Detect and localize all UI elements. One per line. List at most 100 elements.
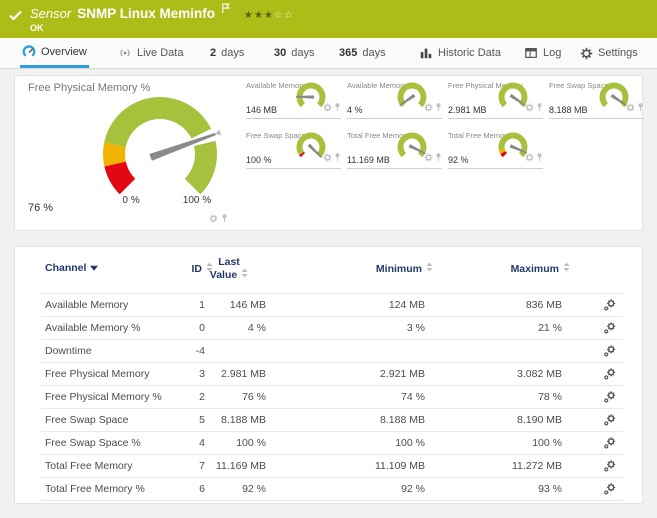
tile-gear-icon[interactable]	[323, 99, 332, 117]
tile-pin-icon[interactable]	[435, 99, 442, 117]
column-header-channel[interactable]: Channel	[45, 262, 99, 274]
channel-table-header: Channel ID Last Value Minimum Maximum	[41, 247, 623, 293]
channel-settings-icon[interactable]	[599, 299, 619, 312]
cell-channel: Total Free Memory %	[45, 483, 145, 495]
tile-pin-icon[interactable]	[536, 99, 543, 117]
sort-updown-icon	[563, 262, 570, 275]
cell-last-value: 146 MB	[229, 299, 266, 311]
cell-maximum: 100 %	[532, 437, 562, 449]
channel-settings-icon[interactable]	[599, 460, 619, 473]
tab-live-data[interactable]: Live Data	[116, 38, 185, 68]
table-row: Available Memory % 0 4 % 3 % 21 %	[41, 317, 623, 340]
star-empty-icon[interactable]: ☆	[274, 10, 284, 21]
cell-channel: Downtime	[45, 345, 92, 357]
channel-gauge-tile[interactable]: Total Free Memory 11.169 MB	[347, 129, 442, 169]
status-badge: OK	[30, 23, 44, 33]
tab-label: Log	[543, 47, 562, 59]
tile-gear-icon[interactable]	[323, 149, 332, 167]
tab-settings[interactable]: Settings	[578, 38, 640, 68]
channel-settings-icon[interactable]	[599, 483, 619, 496]
cell-minimum: 124 MB	[388, 299, 425, 311]
tile-gear-icon[interactable]	[525, 99, 534, 117]
tab-label: days	[362, 47, 386, 59]
gauge-max-label: 100 %	[182, 195, 212, 206]
tab-label: Overview	[41, 45, 87, 58]
tile-value: 4 %	[347, 105, 363, 115]
channel-gauge-tile[interactable]: Available Memory 146 MB	[246, 79, 341, 119]
tile-gear-icon[interactable]	[424, 99, 433, 117]
channel-settings-icon[interactable]	[599, 322, 619, 335]
overview-panel: Free Physical Memory % 0 % 100 % 76 % Av…	[14, 75, 644, 231]
sort-updown-icon	[426, 262, 433, 275]
tab-30-days[interactable]: 30 days	[272, 38, 317, 68]
tab-number: 365	[339, 47, 358, 59]
star-empty-icon[interactable]: ☆	[284, 10, 294, 21]
column-header-last-value[interactable]: Last Value	[208, 256, 250, 281]
tab-label: days	[291, 47, 315, 59]
star-filled-icon[interactable]: ★	[254, 10, 264, 21]
column-header-id[interactable]: ID	[125, 262, 213, 275]
channel-gauge-tile[interactable]: Available Memory % 4 %	[347, 79, 442, 119]
tab-log[interactable]: Log	[522, 38, 563, 68]
status-check-icon	[9, 8, 22, 26]
cell-maximum: 8.190 MB	[517, 414, 562, 426]
channel-gauge-tile[interactable]: Total Free Memory % 92 %	[448, 129, 543, 169]
tile-pin-icon[interactable]	[536, 149, 543, 167]
cell-maximum: 78 %	[538, 391, 562, 403]
tab-365-days[interactable]: 365 days	[337, 38, 388, 68]
channel-gauge-grid: Available Memory 146 MB Available Memory…	[246, 79, 644, 181]
tile-value: 11.169 MB	[347, 155, 390, 165]
gauge-pin-icon[interactable]	[221, 210, 228, 228]
tile-pin-icon[interactable]	[334, 149, 341, 167]
cell-last-value: 11.169 MB	[215, 460, 266, 472]
cell-minimum: 100 %	[395, 437, 425, 449]
cell-channel: Available Memory	[45, 299, 129, 311]
star-filled-icon[interactable]: ★	[244, 10, 254, 21]
cell-maximum: 3.082 MB	[517, 368, 562, 380]
tile-value: 2.981 MB	[448, 105, 487, 115]
channel-gauge-tile[interactable]: Free Physical Memory 2.981 MB	[448, 79, 543, 119]
table-row: Free Swap Space % 4 100 % 100 % 100 %	[41, 432, 623, 455]
channel-settings-icon[interactable]	[599, 368, 619, 381]
cell-minimum: 74 %	[401, 391, 425, 403]
tab-label: Live Data	[137, 47, 184, 59]
tile-gear-icon[interactable]	[525, 149, 534, 167]
cell-last-value: 8.188 MB	[221, 414, 266, 426]
channel-settings-icon[interactable]	[599, 345, 619, 358]
tab-historic-data[interactable]: Historic Data	[417, 38, 503, 68]
gauge-settings-gear-icon[interactable]	[209, 210, 218, 228]
priority-stars[interactable]: ★★★☆☆	[244, 10, 294, 21]
column-header-minimum[interactable]: Minimum	[321, 262, 433, 275]
cell-minimum: 8.188 MB	[380, 414, 425, 426]
channel-gauge-tile[interactable]: Free Swap Space 8.188 MB	[549, 79, 644, 119]
tile-pin-icon[interactable]	[435, 149, 442, 167]
cell-last-value: 2.981 MB	[221, 368, 266, 380]
tab-label: days	[221, 47, 245, 59]
flag-icon[interactable]	[221, 1, 230, 19]
channel-settings-icon[interactable]	[599, 391, 619, 404]
gauge-min-label: 0 %	[122, 195, 140, 206]
tile-pin-icon[interactable]	[637, 99, 644, 117]
tab-number: 2	[210, 47, 217, 59]
cell-channel: Free Swap Space	[45, 414, 129, 426]
column-header-maximum[interactable]: Maximum	[458, 262, 570, 275]
sort-caret-down-icon	[90, 262, 99, 274]
tile-gear-icon[interactable]	[424, 149, 433, 167]
gauge-current-value: 76 %	[28, 202, 54, 214]
channel-settings-icon[interactable]	[599, 437, 619, 450]
channel-gauge-tile[interactable]: Free Swap Space % 100 %	[246, 129, 341, 169]
cell-maximum: 11.272 MB	[511, 460, 562, 472]
tile-gear-icon[interactable]	[626, 99, 635, 117]
cell-last-value: 4 %	[247, 322, 266, 334]
tile-pin-icon[interactable]	[334, 99, 341, 117]
star-filled-icon[interactable]: ★	[264, 10, 274, 21]
tab-2-days[interactable]: 2 days	[208, 38, 246, 68]
table-row: Free Physical Memory % 2 76 % 74 % 78 %	[41, 386, 623, 409]
cell-minimum: 92 %	[401, 483, 425, 495]
cell-channel: Free Physical Memory	[45, 368, 150, 380]
chart-icon	[419, 46, 433, 60]
table-row: Downtime -4	[41, 340, 623, 363]
channel-settings-icon[interactable]	[599, 414, 619, 427]
cell-last-value: 100 %	[236, 437, 266, 449]
tab-overview[interactable]: Overview	[20, 38, 89, 68]
